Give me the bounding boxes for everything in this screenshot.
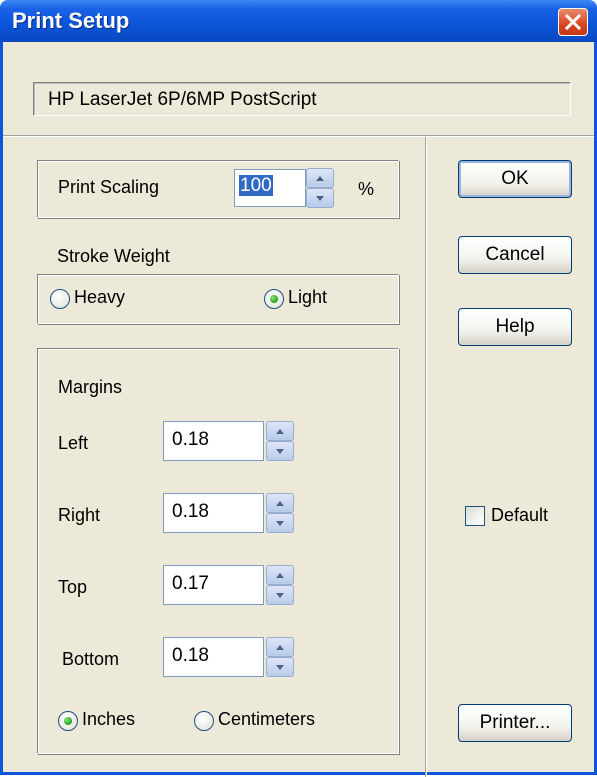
centimeters-radio[interactable] xyxy=(194,711,214,731)
close-button[interactable] xyxy=(558,8,588,36)
close-icon xyxy=(564,13,582,31)
margin-left-spinner[interactable] xyxy=(266,421,294,461)
title-bar[interactable]: Print Setup xyxy=(0,0,597,42)
horizontal-divider xyxy=(3,135,594,137)
ok-button[interactable]: OK xyxy=(458,160,572,198)
printer-name-field: HP LaserJet 6P/6MP PostScript xyxy=(33,82,571,116)
margin-left-input[interactable]: 0.18 xyxy=(163,421,264,461)
help-button[interactable]: Help xyxy=(458,308,572,346)
print-scaling-spinner[interactable] xyxy=(306,168,334,208)
margin-bottom-input[interactable]: 0.18 xyxy=(163,637,264,677)
printer-button[interactable]: Printer... xyxy=(458,704,572,742)
spin-down-button[interactable] xyxy=(306,188,334,208)
spin-down-arrow-icon xyxy=(316,195,324,201)
default-checkbox-label[interactable]: Default xyxy=(491,505,548,526)
margin-right-label: Right xyxy=(58,505,101,525)
inches-radio-label[interactable]: Inches xyxy=(82,709,135,730)
spin-up-arrow-icon xyxy=(276,572,284,578)
margins-group: Margins Left 0.18 Right 0.18 Top 0.17 Bo… xyxy=(37,348,399,754)
margin-top-label: Top xyxy=(58,577,88,597)
default-checkbox[interactable] xyxy=(465,506,485,526)
centimeters-radio-label[interactable]: Centimeters xyxy=(218,709,315,730)
margin-top-input[interactable]: 0.17 xyxy=(163,565,264,605)
light-radio[interactable] xyxy=(264,289,284,309)
radio-selected-dot xyxy=(64,717,72,725)
spin-up-arrow-icon xyxy=(276,428,284,434)
spin-up-button[interactable] xyxy=(306,168,334,188)
spin-up-button[interactable] xyxy=(266,637,294,657)
spin-down-button[interactable] xyxy=(266,441,294,461)
spin-down-button[interactable] xyxy=(266,585,294,605)
print-scaling-group: Print Scaling 100 % xyxy=(37,160,399,218)
spin-up-button[interactable] xyxy=(266,493,294,513)
window-title: Print Setup xyxy=(12,8,130,33)
margin-right-spinner[interactable] xyxy=(266,493,294,533)
margin-left-label: Left xyxy=(58,433,89,453)
spin-up-arrow-icon xyxy=(276,644,284,650)
heavy-radio[interactable] xyxy=(50,289,70,309)
print-scaling-input[interactable]: 100 xyxy=(234,169,306,207)
margins-label: Margins xyxy=(58,377,123,397)
inches-radio[interactable] xyxy=(58,711,78,731)
spin-down-arrow-icon xyxy=(276,448,284,454)
stroke-weight-group: Heavy Light xyxy=(37,274,399,324)
spin-up-button[interactable] xyxy=(266,565,294,585)
print-scaling-label: Print Scaling xyxy=(58,177,160,197)
margin-bottom-label: Bottom xyxy=(62,649,120,669)
cancel-button[interactable]: Cancel xyxy=(458,236,572,274)
margin-bottom-spinner[interactable] xyxy=(266,637,294,677)
vertical-divider xyxy=(425,137,427,777)
dialog-body: HP LaserJet 6P/6MP PostScript Print Scal… xyxy=(3,42,594,777)
spin-up-button[interactable] xyxy=(266,421,294,441)
spin-up-arrow-icon xyxy=(276,500,284,506)
spin-down-button[interactable] xyxy=(266,657,294,677)
print-setup-window: Print Setup HP LaserJet 6P/6MP PostScrip… xyxy=(0,0,597,777)
spin-down-arrow-icon xyxy=(276,520,284,526)
margin-right-input[interactable]: 0.18 xyxy=(163,493,264,533)
radio-selected-dot xyxy=(270,295,278,303)
spin-down-button[interactable] xyxy=(266,513,294,533)
print-scaling-value: 100 xyxy=(239,175,273,196)
stroke-weight-label: Stroke Weight xyxy=(57,246,170,266)
spin-down-arrow-icon xyxy=(276,664,284,670)
margin-top-spinner[interactable] xyxy=(266,565,294,605)
spin-up-arrow-icon xyxy=(316,175,324,181)
heavy-radio-label[interactable]: Heavy xyxy=(74,287,125,308)
spin-down-arrow-icon xyxy=(276,592,284,598)
light-radio-label[interactable]: Light xyxy=(288,287,327,308)
percent-unit-label: % xyxy=(358,179,375,199)
